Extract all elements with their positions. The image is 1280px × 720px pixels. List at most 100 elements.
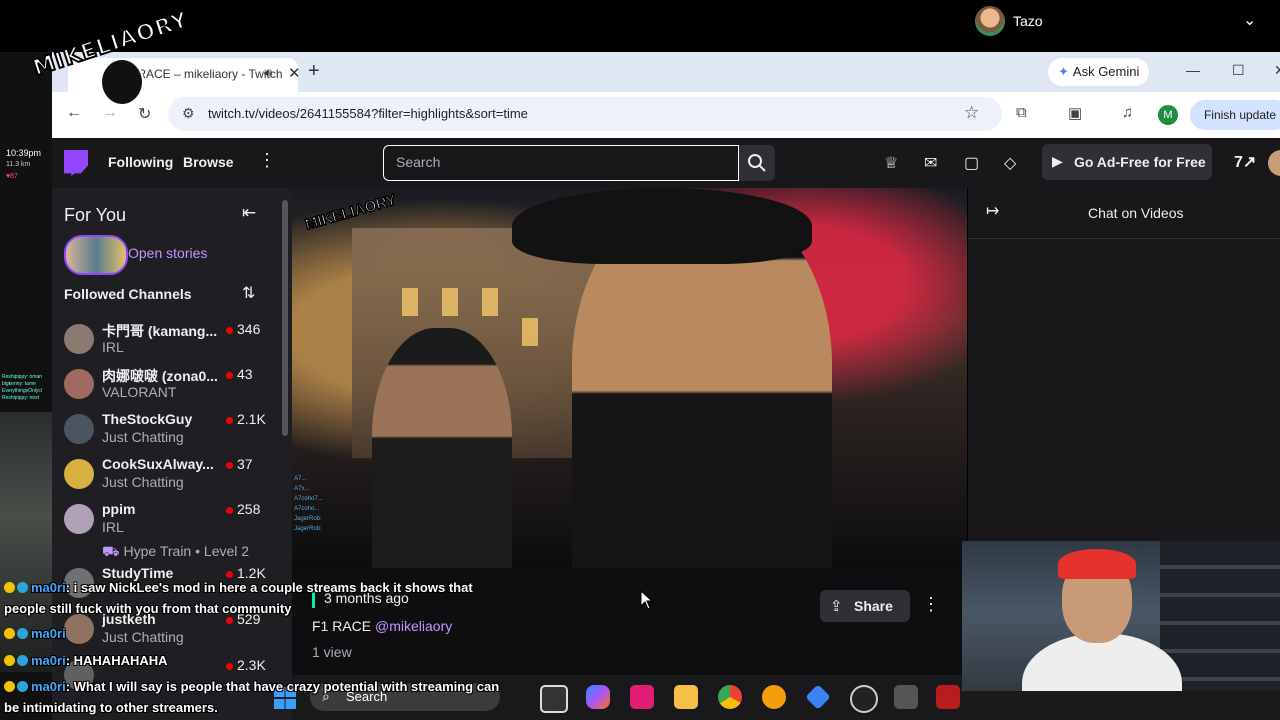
video-window — [402, 288, 418, 316]
followed-channels-heading: Followed Channels — [64, 286, 192, 302]
share-icon: ⇪ — [830, 598, 843, 615]
channel-category: IRL — [102, 519, 124, 535]
new-tab-button[interactable]: + — [308, 60, 320, 83]
twitch-logo-icon[interactable] — [64, 150, 88, 176]
obs-icon[interactable] — [850, 685, 878, 713]
expand-chat-icon[interactable]: ↦ — [986, 201, 999, 221]
ad-free-icon: ▶ — [1052, 153, 1063, 169]
mini-chat-line: Reshipippy: oman — [2, 374, 43, 380]
omnibox[interactable]: ⚙ twitch.tv/videos/2641155584?filter=hig… — [168, 97, 1002, 131]
extensions-icon[interactable]: ⧉ — [1016, 104, 1027, 121]
copilot-icon[interactable] — [586, 685, 610, 709]
channel-avatar — [64, 614, 94, 644]
for-you-heading: For You — [64, 205, 127, 225]
whispers-icon[interactable]: ▢ — [964, 153, 979, 173]
site-info-icon[interactable]: ⚙ — [182, 105, 195, 122]
os-top-bar: Tazo ⌄ — [0, 0, 1280, 52]
collapse-sidebar-icon[interactable]: ⇤ — [242, 203, 256, 223]
channel-item[interactable]: TheStockGuy Just Chatting 2.1K — [52, 408, 282, 452]
back-icon[interactable]: ← — [66, 104, 82, 122]
open-stories-link[interactable]: Open stories — [128, 245, 207, 261]
go-ad-free-button[interactable]: ▶ Go Ad-Free for Free — [1042, 144, 1212, 180]
media-controls-icon[interactable]: ♫ — [1122, 104, 1133, 121]
stories-avatars[interactable] — [64, 235, 128, 275]
chat-divider — [968, 238, 1280, 239]
nav-following[interactable]: Following — [108, 154, 173, 170]
reload-icon[interactable]: ↻ — [138, 104, 151, 124]
overlay-chat-user: ma0ri — [31, 580, 66, 595]
url-text[interactable]: twitch.tv/videos/2641155584?filter=highl… — [208, 106, 528, 121]
twitch-user-avatar[interactable] — [1268, 150, 1280, 176]
close-window-icon[interactable]: ✕ — [1274, 62, 1280, 79]
video-chat-overlay: A7... A7x... A7coho7... A7coho... JagerR… — [294, 474, 323, 534]
speaker-icon[interactable]: 🔊︎ — [264, 65, 272, 81]
sort-icon[interactable]: ⇅ — [242, 283, 255, 303]
bits-icon[interactable]: ◇ — [1004, 153, 1016, 173]
bookmark-star-icon[interactable]: ☆ — [964, 103, 979, 123]
channel-item[interactable]: 肉娜啵啵 (zona0... VALORANT 43 — [52, 363, 282, 407]
overlay-chat-text: : What I will say is people that have cr… — [65, 679, 500, 694]
overlay-chat-user: ma0ri — [31, 679, 66, 694]
user-name[interactable]: Tazo — [1013, 13, 1043, 29]
channel-item[interactable]: CookSuxAlway... Just Chatting 37 — [52, 453, 282, 497]
clock-suffix: pm — [28, 148, 42, 158]
hype-train-row: ⛟ Hype Train • Level 2 — [102, 543, 250, 559]
user-avatar[interactable] — [975, 6, 1005, 36]
badge-icon — [4, 681, 15, 692]
app-diamond-icon[interactable] — [805, 684, 831, 710]
ask-gemini-button[interactable]: ✦ Ask Gemini — [1048, 58, 1150, 86]
search-button[interactable] — [739, 145, 775, 181]
maximize-icon[interactable]: ☐ — [1232, 62, 1245, 79]
finish-update-button[interactable]: Finish update — [1190, 100, 1280, 130]
nav-browse[interactable]: Browse — [183, 154, 234, 170]
more-menu-icon[interactable]: ⋮ — [258, 150, 276, 171]
overlay-chat-message: be intimidating to other streamers. — [4, 700, 218, 715]
translate-icon[interactable]: 7↗ — [1234, 152, 1256, 172]
mini-chat-line: bigkenny: tame — [2, 381, 36, 387]
channel-item[interactable]: ppim IRL 258 — [52, 498, 282, 542]
address-bar-row: ← → ↻ ⚙ twitch.tv/videos/2641155584?filt… — [52, 92, 1280, 139]
badge-icon — [17, 681, 28, 692]
chrome-icon[interactable] — [718, 685, 742, 709]
channel-name: ppim — [102, 501, 136, 517]
channel-category: Just Chatting — [102, 629, 184, 645]
webcam-hat — [1058, 549, 1136, 579]
minimize-icon[interactable]: — — [1186, 62, 1200, 78]
settings-app-icon[interactable] — [762, 685, 786, 709]
picsart-icon[interactable] — [630, 685, 654, 709]
chevron-down-icon[interactable]: ⌄ — [1243, 10, 1256, 30]
tab-search-icon[interactable]: ▣ — [1068, 104, 1082, 122]
video-chat-line: A7coho7... — [294, 496, 323, 502]
search-input[interactable]: Search — [383, 145, 739, 181]
video-window — [522, 318, 538, 346]
browser-tab-bar: F1 RACE – mikeliaory - Twitch 🔊︎ ✕ + ✦ As… — [52, 52, 1280, 92]
video-title-text: F1 RACE — [312, 618, 372, 634]
channel-avatar — [64, 369, 94, 399]
sidebar-scrollbar[interactable] — [282, 200, 288, 436]
file-explorer-icon[interactable] — [674, 685, 698, 709]
channel-avatar — [64, 414, 94, 444]
viewer-count: 43 — [237, 366, 253, 382]
overlay-chat-text: be intimidating to other streamers. — [4, 700, 218, 715]
video-chat-line: A7... — [294, 476, 307, 482]
channel-avatar — [64, 459, 94, 489]
webcam-desk — [962, 691, 1280, 720]
app-red-icon[interactable] — [936, 685, 960, 709]
srt-app-icon[interactable] — [894, 685, 918, 709]
channel-item[interactable]: 卡門哥 (kamang... IRL 346 — [52, 318, 282, 362]
channel-avatar — [64, 504, 94, 534]
more-options-icon[interactable]: ⋮ — [922, 594, 940, 615]
mini-chat-line: EverythingsOnlycl — [2, 388, 43, 394]
channel-link[interactable]: @mikeliaory — [375, 618, 452, 634]
crown-icon[interactable]: ♕ — [884, 153, 898, 173]
live-dot-icon — [226, 417, 233, 424]
forward-icon[interactable]: → — [102, 104, 118, 122]
profile-avatar[interactable]: M — [1158, 105, 1178, 125]
close-tab-icon[interactable]: ✕ — [288, 64, 301, 82]
share-button[interactable]: ⇪ Share — [820, 590, 910, 622]
inbox-icon[interactable]: ✉ — [924, 153, 937, 173]
clock-time: 10:39 — [6, 148, 29, 158]
video-player[interactable]: MIKELIAORY A7... A7x... A7coho7... A7coh… — [292, 188, 967, 568]
task-view-icon[interactable] — [540, 685, 568, 713]
distance-readout: 11.3 km — [6, 161, 31, 168]
